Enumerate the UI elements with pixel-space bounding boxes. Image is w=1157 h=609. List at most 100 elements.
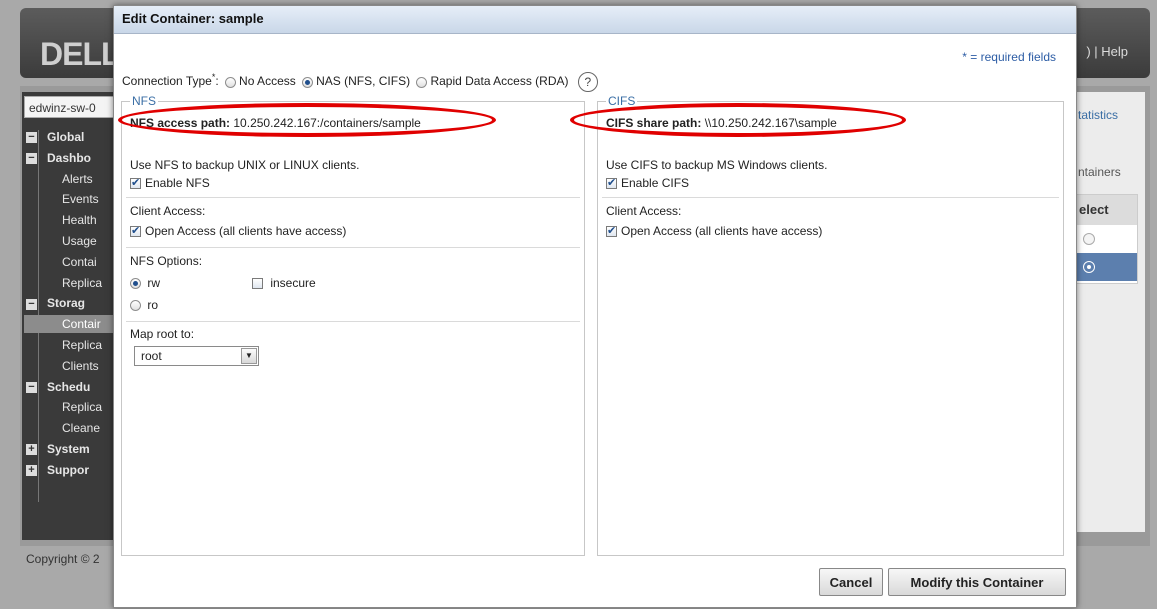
- cifs-separator: [602, 197, 1059, 198]
- nfs-path-highlight: [118, 103, 496, 137]
- cancel-button[interactable]: Cancel: [819, 568, 883, 596]
- sidebar-item-label: Cleane: [62, 421, 101, 436]
- sidebar-item[interactable]: Cleane: [62, 419, 100, 437]
- sidebar-item-label: Contai: [62, 254, 97, 269]
- dialog-title: Edit Container: sample: [114, 6, 1076, 34]
- map-root-select[interactable]: root ▼: [134, 346, 259, 366]
- rda-radio[interactable]: [416, 76, 428, 88]
- enable-cifs-label[interactable]: Enable CIFS: [621, 176, 689, 190]
- sidebar-item[interactable]: Events: [62, 190, 99, 208]
- enable-nfs-row[interactable]: Enable NFS: [130, 176, 210, 190]
- sidebar-item-label: Dashbo: [47, 150, 92, 165]
- cifs-path-highlight: [570, 103, 906, 137]
- select-column-header: elect: [1077, 195, 1137, 225]
- nfs-client-access-label: Client Access:: [130, 204, 206, 218]
- nfs-separator: [126, 321, 580, 322]
- sidebar-item-label: Replica: [62, 400, 103, 415]
- sidebar-item-label: Usage: [62, 234, 97, 248]
- insecure-checkbox[interactable]: [252, 278, 263, 290]
- connection-type-label: Connection Type: [122, 74, 212, 89]
- dell-logo: DELL: [40, 36, 121, 72]
- table-row-selected[interactable]: [1077, 253, 1137, 281]
- enable-cifs-checkbox[interactable]: [606, 176, 617, 190]
- collapse-icon[interactable]: −: [26, 132, 37, 144]
- chevron-down-icon[interactable]: ▼: [241, 348, 257, 364]
- nfs-open-access-checkbox[interactable]: [130, 224, 141, 238]
- nfs-open-access-label[interactable]: Open Access (all clients have access): [145, 224, 346, 238]
- nfs-options-label: NFS Options:: [130, 254, 203, 268]
- collapse-icon[interactable]: −: [26, 381, 37, 393]
- sidebar-item[interactable]: + Suppor: [26, 461, 89, 479]
- containers-label: ntainers: [1078, 165, 1121, 179]
- rw-option[interactable]: rw: [130, 276, 160, 290]
- nas-radio[interactable]: [302, 76, 314, 88]
- sidebar-item-label: Alerts: [62, 171, 93, 186]
- row-select-radio[interactable]: [1083, 261, 1095, 273]
- no-access-radio[interactable]: [225, 76, 237, 88]
- sidebar-item-label: Contair: [62, 317, 101, 332]
- sidebar-item-label: Suppor: [47, 462, 89, 477]
- help-icon[interactable]: ?: [577, 72, 598, 92]
- cifs-open-access-row[interactable]: Open Access (all clients have access): [606, 224, 822, 238]
- sidebar-item[interactable]: Usage: [62, 232, 97, 250]
- sidebar-item[interactable]: Contair: [24, 315, 122, 334]
- expand-icon[interactable]: +: [26, 444, 37, 456]
- system-selector[interactable]: edwinz-sw-0: [24, 96, 120, 118]
- nfs-open-access-row[interactable]: Open Access (all clients have access): [130, 224, 346, 238]
- ro-radio[interactable]: [130, 300, 141, 312]
- collapse-icon[interactable]: −: [26, 153, 37, 165]
- containers-table: elect: [1076, 194, 1138, 284]
- sidebar-item-label: System: [47, 442, 90, 456]
- copyright-text: Copyright © 2: [26, 552, 100, 566]
- enable-cifs-row[interactable]: Enable CIFS: [606, 176, 689, 190]
- sidebar-item[interactable]: Health: [62, 211, 97, 229]
- cifs-fieldset: CIFS CIFS share path: \\10.250.242.167\s…: [597, 94, 1064, 556]
- rw-radio[interactable]: [130, 278, 141, 290]
- sidebar-item[interactable]: − Dashbo: [26, 149, 91, 167]
- nfs-description: Use NFS to backup UNIX or LINUX clients.: [130, 158, 360, 172]
- enable-nfs-label[interactable]: Enable NFS: [145, 176, 210, 190]
- sidebar-item[interactable]: Replica: [62, 274, 102, 292]
- sidebar-item[interactable]: Alerts: [62, 170, 93, 188]
- insecure-label[interactable]: insecure: [270, 276, 315, 290]
- row-select-radio[interactable]: [1083, 233, 1095, 245]
- sidebar-item[interactable]: Replica: [62, 398, 102, 416]
- ro-label[interactable]: ro: [147, 298, 158, 312]
- nas-label[interactable]: NAS (NFS, CIFS): [316, 74, 410, 88]
- enable-nfs-checkbox[interactable]: [130, 176, 141, 190]
- right-panel: [1075, 92, 1145, 532]
- sidebar-item-label: Schedu: [47, 379, 91, 394]
- map-root-value: root: [141, 349, 162, 363]
- help-link[interactable]: ) | Help: [1086, 44, 1128, 59]
- statistics-link[interactable]: tatistics: [1078, 108, 1118, 122]
- sidebar-item[interactable]: − Storag: [26, 294, 85, 312]
- nfs-legend: NFS: [130, 94, 158, 108]
- cifs-description: Use CIFS to backup MS Windows clients.: [606, 158, 828, 172]
- cifs-open-access-checkbox[interactable]: [606, 224, 617, 238]
- sidebar-item[interactable]: − Global: [26, 128, 84, 146]
- sidebar-item[interactable]: Contai: [62, 253, 97, 271]
- nfs-separator: [126, 197, 580, 198]
- map-root-label: Map root to:: [130, 327, 195, 341]
- sidebar-item[interactable]: Replica: [62, 336, 102, 354]
- sidebar-item[interactable]: − Schedu: [26, 378, 90, 396]
- cifs-open-access-label[interactable]: Open Access (all clients have access): [621, 224, 822, 238]
- sidebar-item-label: Clients: [62, 358, 99, 373]
- no-access-label[interactable]: No Access: [239, 74, 296, 88]
- rda-label[interactable]: Rapid Data Access (RDA): [430, 74, 568, 88]
- edit-container-dialog: Edit Container: sample * = required fiel…: [113, 5, 1077, 608]
- sidebar-item-label: Events: [62, 192, 99, 207]
- connection-type-colon: :: [215, 74, 219, 89]
- connection-type-row: Connection Type*: No Access NAS (NFS, CI…: [122, 72, 598, 92]
- table-row[interactable]: [1077, 225, 1137, 253]
- expand-icon[interactable]: +: [26, 465, 37, 477]
- sidebar-item[interactable]: Clients: [62, 357, 99, 375]
- sidebar-item[interactable]: + System: [26, 440, 90, 458]
- modify-container-button[interactable]: Modify this Container: [888, 568, 1066, 596]
- insecure-option[interactable]: insecure: [252, 276, 316, 290]
- nfs-separator: [126, 247, 580, 248]
- collapse-icon[interactable]: −: [26, 298, 37, 310]
- ro-option[interactable]: ro: [130, 298, 158, 312]
- rw-label[interactable]: rw: [147, 276, 160, 290]
- sidebar-item-label: Replica: [62, 275, 103, 290]
